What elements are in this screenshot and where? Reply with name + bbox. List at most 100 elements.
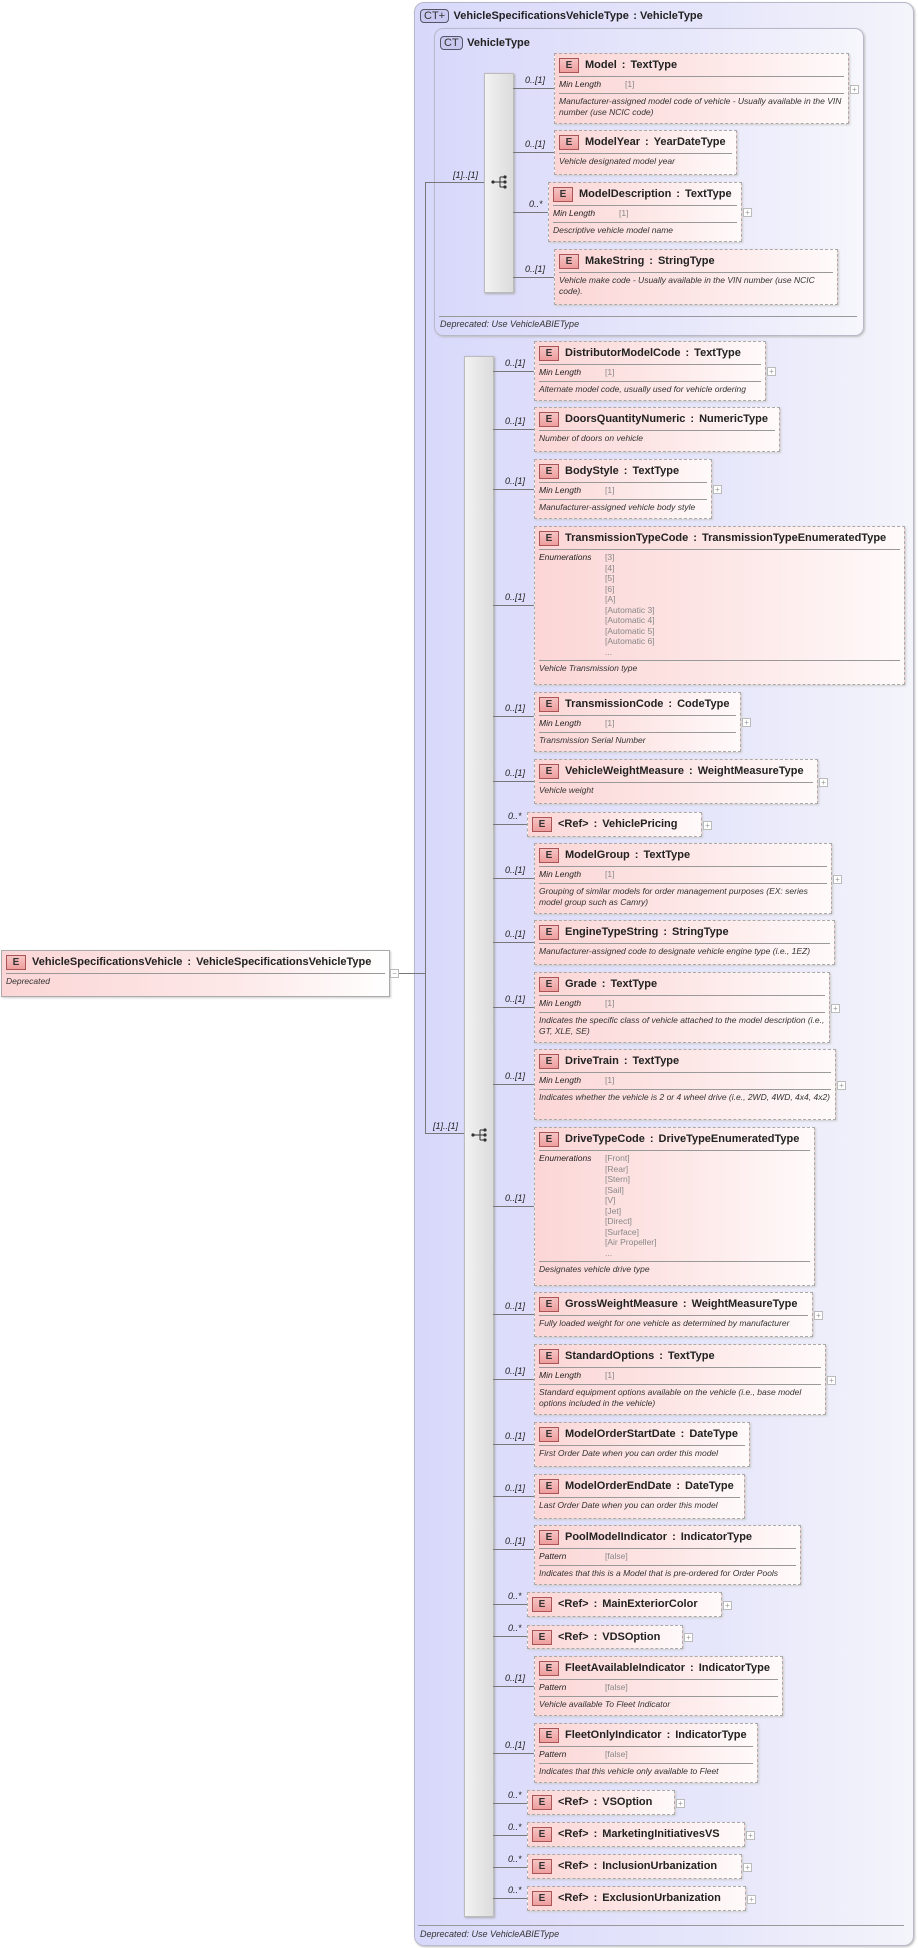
multiplicity-label: 0..[1] <box>525 264 546 274</box>
facet-row: Min Length [1] <box>539 485 707 496</box>
element-grade[interactable]: E Grade: TextType Min Length [1] Indicates th… <box>534 972 830 1043</box>
divider <box>539 1762 753 1764</box>
element-vehicle-weight-measure[interactable]: E VehicleWeightMeasure: WeightMeasureType V… <box>534 759 818 804</box>
expand-icon[interactable]: + <box>767 367 776 376</box>
element-transmission-type-code[interactable]: E TransmissionTypeCode: TransmissionTypeEn… <box>534 526 905 685</box>
facet-row: Enumerations [Front] [Rear] [Stern] [Sail] [V… <box>539 1153 810 1258</box>
element-header: E TransmissionTypeCode: TransmissionTypeEn… <box>539 530 900 546</box>
expand-icon[interactable]: + <box>723 1601 732 1610</box>
divider <box>539 1383 821 1385</box>
divider <box>559 92 844 94</box>
element-type: MainExteriorColor <box>602 1598 698 1610</box>
element-ref-marketing-initiatives-vs[interactable]: E <Ref>: MarketingInitiativesVS <box>527 1822 745 1847</box>
element-icon: E <box>539 463 559 479</box>
element-ref-vehicle-pricing[interactable]: E <Ref>: VehiclePricing <box>527 812 702 837</box>
divider <box>553 221 737 223</box>
element-model-description[interactable]: E ModelDescription: TextType Min Length [1] D… <box>548 182 742 242</box>
expand-icon[interactable]: + <box>743 1863 752 1872</box>
element-ref-inclusion-urbanization[interactable]: E <Ref>: InclusionUrbanization <box>527 1854 742 1879</box>
element-icon: E <box>553 186 573 202</box>
expand-icon[interactable]: + <box>713 485 722 494</box>
element-type: VSOption <box>602 1796 653 1808</box>
element-gross-weight-measure[interactable]: E GrossWeightMeasure: WeightMeasureType Ful… <box>534 1292 813 1337</box>
element-ref-exclusion-urbanization[interactable]: E <Ref>: ExclusionUrbanization <box>527 1886 746 1911</box>
element-type: TextType <box>630 59 678 71</box>
facet-value: [Air Propeller] <box>605 1237 657 1247</box>
element-icon: E <box>532 1858 552 1874</box>
element-ref-main-exterior-color[interactable]: E <Ref>: MainExteriorColor <box>527 1592 722 1617</box>
expand-icon[interactable]: + <box>850 85 859 94</box>
element-fleet-available-indicator[interactable]: E FleetAvailableIndicator: IndicatorType Pa… <box>534 1656 783 1716</box>
facet-row: Min Length [1] <box>539 998 825 1009</box>
divider <box>539 430 775 431</box>
element-icon: E <box>539 847 559 863</box>
element-header: E GrossWeightMeasure: WeightMeasureType <box>539 1296 808 1312</box>
element-name: FleetAvailableIndicator <box>565 1662 686 1674</box>
expand-icon[interactable]: + <box>819 778 828 787</box>
expand-icon[interactable]: + <box>743 208 752 217</box>
facet-label: Pattern <box>539 1682 567 1692</box>
element-doors-quantity-numeric[interactable]: E DoorsQuantityNumeric: NumericType Number … <box>534 407 780 452</box>
facet-value: [1] <box>605 1075 615 1085</box>
facet-value: [1] <box>605 869 615 879</box>
element-header: E DriveTypeCode: DriveTypeEnumeratedType <box>539 1131 810 1147</box>
facet-value: [3] <box>605 552 615 562</box>
element-name: <Ref> <box>558 1892 589 1904</box>
expand-icon[interactable]: + <box>833 875 842 884</box>
multiplicity-label: 0..[1] <box>505 1431 526 1441</box>
element-model-order-start-date[interactable]: E ModelOrderStartDate: DateType First Order… <box>534 1422 750 1467</box>
element-fleet-only-indicator[interactable]: E FleetOnlyIndicator: IndicatorType Pattern… <box>534 1723 758 1783</box>
element-engine-type-string[interactable]: E EngineTypeString: StringType Manufacturer… <box>534 920 835 965</box>
element-distributor-model-code[interactable]: E DistributorModelCode: TextType Min Length… <box>534 341 766 401</box>
connector-line <box>493 1636 527 1637</box>
facet-values: [1] <box>619 208 628 219</box>
element-type: YearDateType <box>653 136 726 148</box>
element-body-style[interactable]: E BodyStyle: TextType Min Length [1] Manufact… <box>534 459 712 519</box>
expand-icon[interactable]: + <box>837 1081 846 1090</box>
facet-value: [4] <box>605 562 615 573</box>
expand-icon[interactable]: + <box>676 1799 685 1808</box>
element-model-group[interactable]: E ModelGroup: TextType Min Length [1] Groupin… <box>534 843 832 914</box>
element-documentation: Manufacturer-assigned vehicle body style <box>539 501 696 512</box>
expand-icon[interactable]: + <box>684 1633 693 1642</box>
expand-icon[interactable]: + <box>814 1311 823 1320</box>
connector-line <box>493 1604 527 1605</box>
expand-icon[interactable]: + <box>827 1376 836 1385</box>
connector-line <box>493 1803 527 1804</box>
expand-icon[interactable]: + <box>703 821 712 830</box>
element-drive-train[interactable]: E DriveTrain: TextType Min Length [1] Indicat… <box>534 1049 836 1120</box>
connector-line <box>493 1835 527 1836</box>
element-name: FleetOnlyIndicator <box>565 1729 662 1741</box>
element-type: TextType <box>694 347 741 359</box>
element-pool-model-indicator[interactable]: E PoolModelIndicator: IndicatorType Pattern… <box>534 1525 801 1585</box>
element-documentation: Alternate model code, usually used for v… <box>539 383 746 394</box>
facet-value: [6] <box>605 583 615 594</box>
element-name: DistributorModelCode <box>565 347 681 359</box>
type-separator: : <box>649 1133 654 1145</box>
type-separator: : <box>593 1598 598 1610</box>
expand-icon[interactable]: + <box>747 1895 756 1904</box>
facet-label: Min Length <box>553 208 596 218</box>
expand-icon[interactable]: + <box>746 1831 755 1840</box>
element-model-year[interactable]: E ModelYear: YearDateType Vehicle designate… <box>554 130 737 175</box>
expand-icon[interactable]: + <box>742 718 751 727</box>
element-name: StandardOptions <box>565 1350 655 1362</box>
type-separator: : <box>682 1298 687 1310</box>
collapse-icon[interactable]: − <box>390 969 399 978</box>
element-ref-vdsoption[interactable]: E <Ref>: VDSOption <box>527 1625 683 1649</box>
element-documentation: Designates vehicle drive type <box>539 1264 650 1274</box>
element-model-order-end-date[interactable]: E ModelOrderEndDate: DateType Last Order Da… <box>534 1474 745 1519</box>
connector-line <box>493 1549 534 1550</box>
element-standard-options[interactable]: E StandardOptions: TextType Min Length [1] St… <box>534 1344 826 1415</box>
element-drive-type-code[interactable]: E DriveTypeCode: DriveTypeEnumeratedType En… <box>534 1127 815 1286</box>
element-make-string[interactable]: E MakeString: StringType Vehicle make code … <box>554 249 838 305</box>
connector-line <box>493 1753 534 1754</box>
element-documentation: Vehicle make code - Usually available in… <box>559 275 815 296</box>
divider <box>539 882 827 884</box>
element-transmission-code[interactable]: E TransmissionCode: CodeType Min Length [1] T… <box>534 692 741 752</box>
element-model[interactable]: E Model: TextType Min Length [1] Manufacturer… <box>554 53 849 124</box>
element-type: StringType <box>671 926 729 938</box>
expand-icon[interactable]: + <box>831 1004 840 1013</box>
element-ref-vsoption[interactable]: E <Ref>: VSOption <box>527 1790 675 1815</box>
root-element-vehicle-specifications-vehicle[interactable]: E VehicleSpecificationsVehicle: VehicleSpe… <box>1 950 390 997</box>
